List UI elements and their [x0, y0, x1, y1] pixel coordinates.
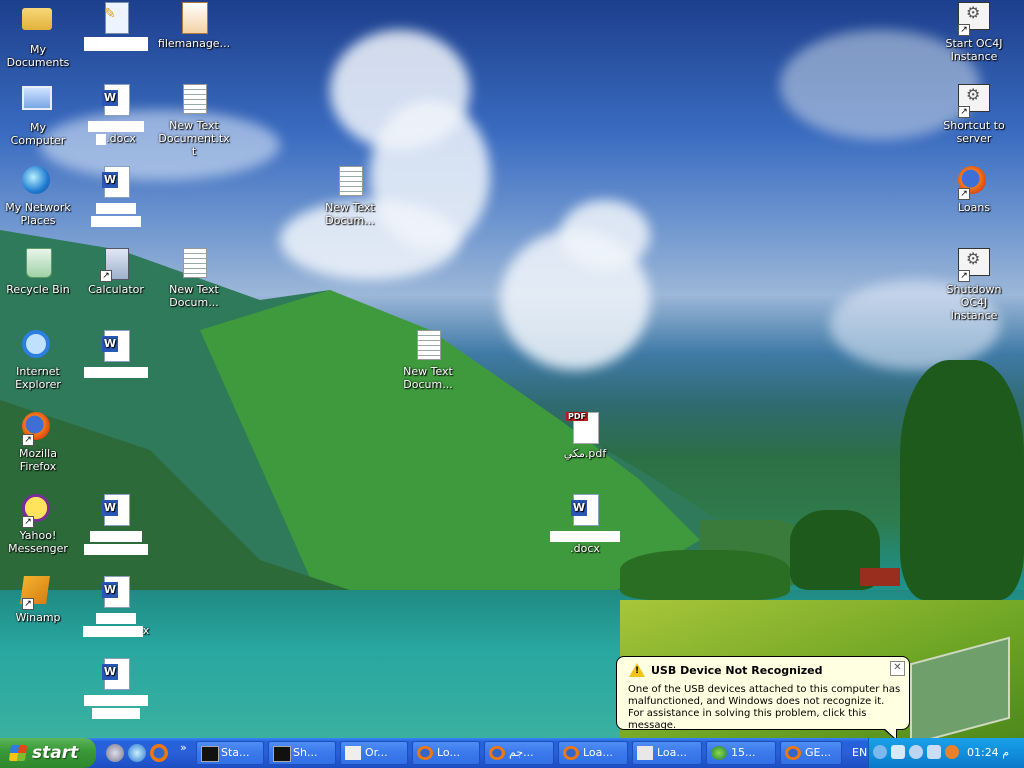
- redacted-document-icon[interactable]: [79, 2, 153, 51]
- taskbar-button-4[interactable]: Lo...: [412, 741, 480, 765]
- balloon-line-1: One of the USB devices attached to this …: [628, 684, 901, 695]
- taskbar-button-5[interactable]: جم...: [484, 741, 554, 765]
- new-text-document-2-label: New Text Docum...: [325, 201, 375, 227]
- mozilla-firefox-icon[interactable]: Mozilla Firefox: [1, 412, 75, 473]
- word-document-3-icon[interactable]: [79, 330, 153, 378]
- clock[interactable]: 01:24 م: [967, 746, 1009, 759]
- display-icon[interactable]: [927, 745, 941, 759]
- start-label: start: [32, 743, 79, 763]
- desktop: My Documents My Computer My Network Plac…: [0, 0, 1024, 738]
- word-document-icon[interactable]: .docx: [79, 84, 153, 145]
- new-text-document-2-icon[interactable]: New Text Docum...: [313, 166, 387, 227]
- word-document-3-label: [79, 365, 153, 378]
- new-text-document-1-icon[interactable]: New Text Docum...: [157, 248, 231, 309]
- word-document-5-label: x: [79, 611, 153, 637]
- close-icon[interactable]: ✕: [890, 661, 905, 676]
- word-document-2-label: [79, 201, 153, 227]
- new-text-document-txt-label: New Text Document.txt: [158, 119, 230, 158]
- windows-flag-icon: [8, 745, 28, 761]
- word-document-4-icon[interactable]: [79, 494, 153, 555]
- taskbar-button-9[interactable]: GE...: [780, 741, 842, 765]
- internet-explorer-label: Internet Explorer: [15, 365, 61, 391]
- word-document-2-icon[interactable]: [79, 166, 153, 227]
- balloon-title: USB Device Not Recognized: [651, 664, 823, 677]
- shutdown-oc4j-label: Shutdown OC4J Instance: [946, 283, 1002, 322]
- winamp-icon[interactable]: Winamp: [1, 576, 75, 624]
- calculator-icon[interactable]: Calculator: [79, 248, 153, 296]
- new-text-document-3-icon[interactable]: New Text Docum...: [391, 330, 465, 391]
- recycle-bin-label: Recycle Bin: [6, 283, 70, 296]
- start-button[interactable]: start: [0, 738, 96, 768]
- winamp-label: Winamp: [15, 611, 61, 624]
- usb-icon[interactable]: [891, 745, 905, 759]
- my-documents-label: My Documents: [6, 43, 70, 69]
- taskbar-button-2[interactable]: Sh...: [268, 741, 336, 765]
- quicklaunch-firefox-icon[interactable]: [150, 744, 168, 762]
- word-document-6-label: [79, 693, 153, 719]
- taskbar-button-3[interactable]: Or...: [340, 741, 408, 765]
- balloon-line-2: malfunctioned, and Windows does not reco…: [628, 696, 885, 707]
- quicklaunch-chevron-icon[interactable]: »: [180, 741, 187, 754]
- language-indicator[interactable]: EN: [852, 746, 867, 759]
- my-computer-label: My Computer: [10, 121, 66, 147]
- taskbar-button-7[interactable]: Loa...: [632, 741, 702, 765]
- shortcut-to-server-label: Shortcut to server: [943, 119, 1005, 145]
- my-network-places-icon[interactable]: My Network Places: [1, 166, 75, 227]
- taskbar-button-1[interactable]: Sta...: [196, 741, 264, 765]
- taskbar-button-6[interactable]: Loa...: [558, 741, 628, 765]
- shortcut-to-server-icon[interactable]: Shortcut to server: [937, 84, 1011, 145]
- balloon-line-3: For assistance in solving this problem, …: [628, 708, 867, 731]
- filemanager-icon[interactable]: filemanage...: [157, 2, 231, 50]
- loans-label: Loans: [957, 201, 991, 214]
- quicklaunch-show-desktop-icon[interactable]: [106, 744, 124, 762]
- taskbar: start » Sta... Sh... Or... Lo... جم... L…: [0, 738, 1024, 768]
- pdf-document-icon[interactable]: مكي.pdf: [548, 412, 622, 460]
- yahoo-messenger-label: Yahoo! Messenger: [8, 529, 68, 555]
- new-text-document-txt-icon[interactable]: New Text Document.txt: [157, 84, 231, 158]
- internet-explorer-icon[interactable]: Internet Explorer: [1, 330, 75, 391]
- word-document-7-label: .docx: [548, 529, 622, 555]
- redacted-document-label: [79, 37, 153, 51]
- calculator-label: Calculator: [88, 283, 144, 296]
- my-network-places-label: My Network Places: [5, 201, 71, 227]
- network-icon[interactable]: [909, 745, 923, 759]
- warning-icon: !: [629, 663, 645, 677]
- loans-firefox-icon[interactable]: Loans: [937, 166, 1011, 214]
- word-document-7-icon[interactable]: .docx: [548, 494, 622, 555]
- my-computer-icon[interactable]: My Computer: [1, 84, 75, 147]
- word-document-6-icon[interactable]: [79, 658, 153, 719]
- new-text-document-3-label: New Text Docum...: [403, 365, 453, 391]
- recycle-bin-icon[interactable]: Recycle Bin: [1, 248, 75, 296]
- taskbar-button-8[interactable]: 15...: [706, 741, 776, 765]
- usb-notification-balloon[interactable]: ! USB Device Not Recognized ✕ One of the…: [616, 656, 910, 741]
- word-document-5-icon[interactable]: x: [79, 576, 153, 637]
- start-oc4j-icon[interactable]: Start OC4J Instance: [937, 2, 1011, 63]
- word-document-4-label: [79, 529, 153, 555]
- balloon-message[interactable]: One of the USB devices attached to this …: [628, 684, 904, 732]
- yahoo-messenger-icon[interactable]: Yahoo! Messenger: [1, 494, 75, 555]
- system-tray: 01:24 م: [868, 738, 1024, 768]
- my-documents-icon[interactable]: My Documents: [1, 2, 75, 69]
- security-icon[interactable]: [945, 745, 959, 759]
- word-document-label: .docx: [79, 119, 153, 145]
- pdf-document-label: مكي.pdf: [563, 447, 607, 460]
- shutdown-oc4j-icon[interactable]: Shutdown OC4J Instance: [937, 248, 1011, 322]
- filemanager-label: filemanage...: [157, 37, 231, 50]
- start-oc4j-label: Start OC4J Instance: [945, 37, 1003, 63]
- new-text-document-1-label: New Text Docum...: [169, 283, 219, 309]
- quicklaunch-ie-icon[interactable]: [128, 744, 146, 762]
- mozilla-firefox-label: Mozilla Firefox: [19, 447, 57, 473]
- tray-expand-icon[interactable]: [873, 745, 887, 759]
